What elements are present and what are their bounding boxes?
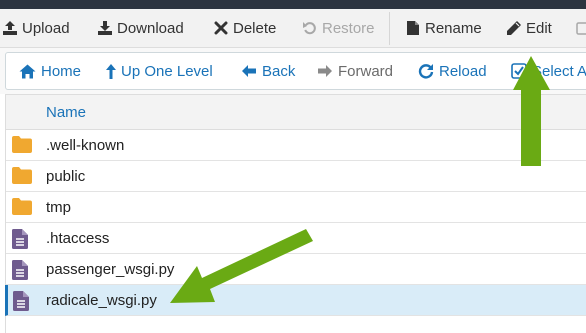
rename-button[interactable]: Rename: [405, 9, 482, 47]
folder-icon: [12, 198, 32, 217]
navigation-toolbar: Home Up One Level Back Forward Reload Se…: [5, 52, 586, 90]
forward-button[interactable]: Forward: [316, 53, 393, 89]
file-name: .well-known: [46, 137, 125, 154]
select-all-label: Select All: [532, 62, 586, 80]
download-icon: [97, 20, 113, 36]
close-icon: [213, 20, 229, 36]
file-name: passenger_wsgi.py: [46, 261, 175, 278]
navigation-toolbar-area: Home Up One Level Back Forward Reload Se…: [0, 48, 586, 94]
text-file-icon: [12, 260, 32, 280]
file-name: public: [46, 168, 86, 185]
more-toolbar-button[interactable]: [576, 9, 586, 47]
upload-label: Upload: [22, 19, 70, 37]
reload-label: Reload: [439, 62, 487, 80]
download-button[interactable]: Download: [97, 9, 184, 47]
arrow-left-icon: [240, 63, 257, 80]
up-one-level-label: Up One Level: [121, 62, 213, 80]
window-top-strip: [0, 0, 586, 9]
pencil-icon: [506, 20, 522, 36]
table-row[interactable]: .well-known: [6, 130, 586, 161]
folder-icon: [12, 136, 32, 155]
rename-label: Rename: [425, 19, 482, 37]
upload-icon: [2, 20, 18, 36]
folder-icon: [12, 167, 32, 186]
home-label: Home: [41, 62, 82, 80]
name-column-header[interactable]: Name: [46, 104, 86, 121]
download-label: Download: [117, 19, 184, 37]
delete-button[interactable]: Delete: [213, 9, 276, 47]
arrow-up-icon: [105, 63, 117, 80]
file-name: radicale_wsgi.py: [46, 292, 157, 309]
table-row[interactable]: passenger_wsgi.py: [6, 254, 586, 285]
edit-label: Edit: [526, 19, 552, 37]
file-name: .htaccess: [46, 230, 110, 247]
file-action-toolbar: Upload Download Delete Restore Rename Ed…: [0, 9, 586, 48]
home-button[interactable]: Home: [19, 53, 81, 89]
edit-button[interactable]: Edit: [506, 9, 552, 47]
table-header: Name: [6, 94, 586, 130]
back-button[interactable]: Back: [240, 53, 295, 89]
table-row-selected[interactable]: radicale_wsgi.py: [5, 285, 586, 316]
table-row[interactable]: tmp: [6, 192, 586, 223]
toolbar-divider: [389, 12, 390, 45]
table-row[interactable]: public: [6, 161, 586, 192]
select-all-button[interactable]: Select All: [510, 53, 586, 89]
forward-label: Forward: [338, 62, 394, 80]
delete-label: Delete: [233, 19, 277, 37]
document-icon: [405, 20, 421, 36]
restore-label: Restore: [322, 19, 375, 37]
arrow-right-icon: [316, 63, 333, 80]
text-file-icon: [13, 291, 33, 311]
upload-button[interactable]: Upload: [2, 9, 70, 47]
up-one-level-button[interactable]: Up One Level: [105, 53, 213, 89]
back-label: Back: [262, 62, 296, 80]
file-table: Name .well-known public tmp .htaccess pa…: [5, 94, 586, 333]
table-row[interactable]: .htaccess: [6, 223, 586, 254]
toolbar-overflow-icon: [576, 20, 586, 36]
checkbox-icon: [510, 63, 527, 80]
file-name: tmp: [46, 199, 72, 216]
text-file-icon: [12, 229, 32, 249]
reload-button[interactable]: Reload: [417, 53, 487, 89]
reload-icon: [417, 63, 434, 80]
undo-icon: [302, 20, 318, 36]
home-icon: [19, 63, 36, 80]
restore-button[interactable]: Restore: [302, 9, 375, 47]
